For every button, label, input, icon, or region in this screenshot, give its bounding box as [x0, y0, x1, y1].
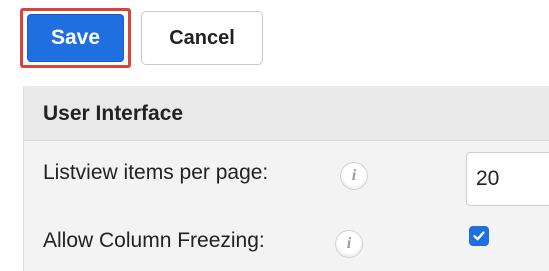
save-button[interactable]: Save [27, 14, 124, 62]
info-icon[interactable]: i [340, 162, 368, 190]
info-icon-glyph: i [351, 167, 357, 184]
info-icon-glyph: i [346, 235, 352, 252]
listview-items-input[interactable] [466, 152, 549, 206]
checkmark-icon [473, 231, 485, 241]
user-interface-panel: User Interface Listview items per page: … [23, 86, 549, 271]
allow-column-freezing-checkbox[interactable] [469, 226, 489, 246]
allow-column-freezing-label: Allow Column Freezing: [43, 229, 265, 252]
info-icon[interactable]: i [335, 230, 363, 258]
cancel-button[interactable]: Cancel [141, 11, 263, 65]
settings-page: Save Cancel User Interface Listview item… [0, 0, 549, 271]
panel-header: User Interface [24, 86, 549, 141]
panel-title: User Interface [43, 102, 184, 125]
action-toolbar: Save Cancel [0, 0, 549, 80]
listview-items-label: Listview items per page: [43, 161, 269, 184]
